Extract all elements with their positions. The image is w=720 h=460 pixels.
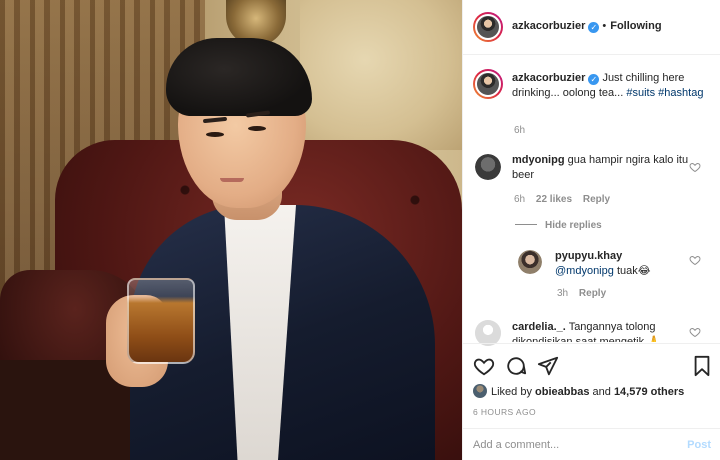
share-icon[interactable] <box>537 355 559 377</box>
verified-icon: ✓ <box>588 74 600 85</box>
author-username[interactable]: azkacorbuzier <box>512 20 585 32</box>
post-header: azkacorbuzier ✓ • Following <box>463 0 720 55</box>
post-button[interactable]: Post <box>687 439 711 451</box>
bookmark-icon[interactable] <box>691 355 713 377</box>
add-comment-bar: Post <box>463 428 720 460</box>
liker-avatar[interactable] <box>473 384 487 398</box>
caption-author-avatar[interactable] <box>473 69 503 99</box>
comment-likes[interactable]: 22 likes <box>536 194 572 205</box>
reply-avatar[interactable] <box>518 250 542 274</box>
author-avatar[interactable] <box>473 12 503 42</box>
hair <box>166 38 312 116</box>
left-eye <box>206 132 224 137</box>
post-side-panel: azkacorbuzier ✓ • Following azkacorbuzier ✓ … <box>462 0 720 460</box>
header-meta: azkacorbuzier ✓ • Following <box>512 20 662 33</box>
reply-text: tuak😂 <box>616 265 651 277</box>
replies-line <box>515 224 537 225</box>
comment: mdyonipg gua hampir ngira kalo itu beer <box>512 153 697 183</box>
heart-icon[interactable] <box>473 355 495 377</box>
caption: azkacorbuzier ✓ Just chilling here drinki… <box>512 71 708 101</box>
hashtag-suits[interactable]: #suits <box>626 87 655 99</box>
reply-author-username[interactable]: pyupyu.khay <box>555 250 622 262</box>
reply-reply-button[interactable]: Reply <box>579 288 606 299</box>
comment-meta: 6h 22 likes Reply <box>514 194 610 205</box>
tea-glass <box>127 278 195 364</box>
reply-meta: 3h Reply <box>557 288 606 299</box>
liker-username[interactable]: obieabbas <box>535 386 589 398</box>
post-timestamp[interactable]: 6 HOURS AGO <box>473 407 536 417</box>
liked-by-row: Liked by obieabbas and 14,579 others <box>473 384 684 398</box>
reply: pyupyu.khay @mdyonipg tuak😂 <box>555 249 695 279</box>
heart-icon[interactable] <box>689 254 701 266</box>
heart-icon[interactable] <box>689 161 701 173</box>
reply-age: 3h <box>557 288 569 299</box>
wallpaper <box>300 0 462 150</box>
comment-icon[interactable] <box>505 355 527 377</box>
liked-by-conjunction: and <box>592 386 611 398</box>
liked-by-prefix: Liked by <box>491 386 532 398</box>
hide-replies-button[interactable]: Hide replies <box>515 220 602 231</box>
comment-age: 6h <box>514 194 526 205</box>
action-bar: Liked by obieabbas and 14,579 others 6 H… <box>463 343 720 421</box>
caption-author-username[interactable]: azkacorbuzier <box>512 72 585 84</box>
comment-avatar[interactable] <box>475 154 501 180</box>
mouth <box>220 178 244 182</box>
likes-count[interactable]: 14,579 others <box>614 386 684 398</box>
comment-input[interactable] <box>473 437 668 453</box>
comment-author-username[interactable]: mdyonipg <box>512 154 565 166</box>
hashtag-hashtag[interactable]: #hashtag <box>658 87 703 99</box>
separator-dot: • <box>602 20 607 32</box>
post-photo[interactable] <box>0 0 462 460</box>
following-button[interactable]: Following <box>610 20 661 32</box>
comment: cardelia._. Tangannya tolong dikondisika… <box>512 320 697 342</box>
reply-mention[interactable]: @mdyonipg <box>555 265 614 277</box>
hide-replies-label: Hide replies <box>545 220 602 231</box>
comment-author-username[interactable]: cardelia._. <box>512 321 566 333</box>
verified-icon: ✓ <box>588 22 600 33</box>
reply-button[interactable]: Reply <box>583 194 610 205</box>
heart-icon[interactable] <box>689 326 701 338</box>
right-eye <box>248 126 266 131</box>
caption-age: 6h <box>514 125 526 136</box>
